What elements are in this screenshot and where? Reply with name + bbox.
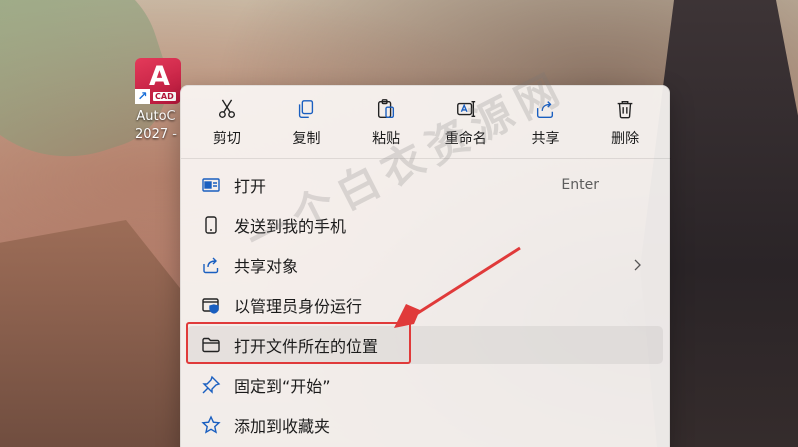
pin-icon [201, 375, 221, 395]
annotation-arrow [394, 246, 521, 328]
menu-item-add-to-favorites[interactable]: 添加到收藏夹 [187, 406, 663, 444]
share-out-icon [201, 255, 221, 275]
annotation-highlight-box [186, 322, 411, 364]
copy-button[interactable]: 复制 [270, 86, 342, 158]
desktop-icon-label: AutoC 2027 - [135, 109, 177, 142]
phone-icon [201, 215, 221, 235]
wallpaper-rock [0, 220, 180, 447]
desktop-icon-autocad[interactable]: A CAD ↗ AutoC 2027 - [128, 58, 188, 144]
cut-button[interactable]: 剪切 [191, 86, 263, 158]
admin-shield-icon [201, 295, 221, 315]
menu-item-pin-to-start[interactable]: 固定到“开始” [187, 366, 663, 404]
shortcut-arrow-icon: ↗ [135, 89, 150, 104]
paste-icon [378, 99, 395, 118]
star-icon [201, 415, 221, 435]
open-window-icon [201, 175, 221, 195]
scissors-icon [218, 99, 235, 118]
trash-icon [617, 100, 633, 119]
chevron-right-icon [629, 256, 645, 274]
autocad-app-icon: A CAD ↗ [135, 58, 181, 104]
delete-button[interactable]: 删除 [589, 86, 661, 158]
copy-icon [299, 100, 314, 118]
